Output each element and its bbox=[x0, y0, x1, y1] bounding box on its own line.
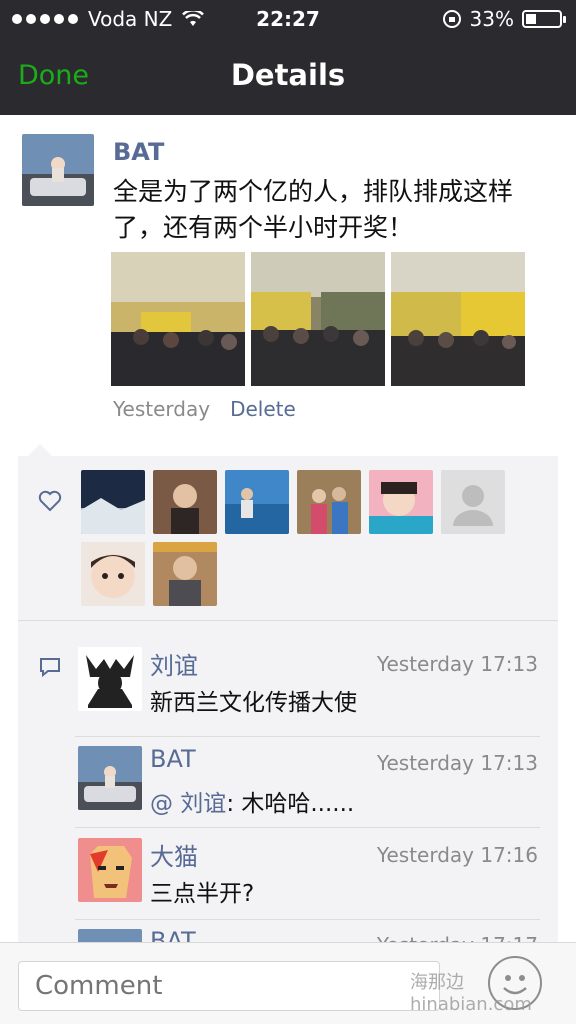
panel-pointer bbox=[28, 444, 52, 456]
comment-divider bbox=[75, 736, 540, 737]
post-photo-1[interactable] bbox=[111, 252, 245, 386]
like-avatar[interactable] bbox=[153, 542, 217, 606]
rotation-lock-icon bbox=[442, 10, 461, 28]
post-author-name[interactable]: BAT bbox=[113, 138, 164, 166]
like-avatar-placeholder[interactable] bbox=[441, 470, 505, 534]
post-photo-2[interactable] bbox=[251, 252, 385, 386]
post-meta: Yesterday Delete bbox=[113, 397, 296, 421]
delete-button[interactable]: Delete bbox=[230, 397, 296, 421]
comment-divider bbox=[75, 827, 540, 828]
post-text: 全是为了两个亿的人，排队排成这样了，还有两个半小时开奖！ bbox=[113, 177, 514, 242]
battery-icon bbox=[522, 10, 566, 28]
comment-input[interactable] bbox=[18, 961, 440, 1011]
comment-text: @ 刘谊: 木哈哈...... bbox=[150, 784, 354, 818]
battery-percent: 33% bbox=[469, 7, 514, 31]
comment-author[interactable]: 大猫 bbox=[150, 837, 198, 872]
comment-avatar[interactable] bbox=[78, 647, 142, 711]
page-title: Details bbox=[230, 58, 346, 92]
post-photos bbox=[111, 252, 525, 386]
like-avatar[interactable] bbox=[297, 470, 361, 534]
comment-text: 三点半开? bbox=[150, 881, 255, 907]
comment-time: Yesterday 17:13 bbox=[376, 652, 538, 676]
comment-text: 新西兰文化传播大使 bbox=[150, 690, 357, 716]
top-bar: Voda NZ 22:27 33% Done Details bbox=[0, 0, 576, 115]
comment-time: Yesterday 17:13 bbox=[376, 751, 538, 775]
like-avatar[interactable] bbox=[369, 470, 433, 534]
post-author-avatar[interactable] bbox=[22, 134, 94, 206]
comment-bubble-icon bbox=[40, 658, 60, 678]
status-bar: Voda NZ 22:27 33% bbox=[0, 0, 576, 38]
comment-avatar[interactable] bbox=[78, 838, 142, 902]
comment-author[interactable]: 刘谊 bbox=[150, 646, 198, 681]
heart-icon bbox=[38, 490, 62, 512]
like-avatar[interactable] bbox=[153, 470, 217, 534]
like-avatar[interactable] bbox=[225, 470, 289, 534]
comment-time: Yesterday 17:16 bbox=[376, 843, 538, 867]
nav-bar: Done Details bbox=[0, 40, 576, 115]
comment-mention[interactable]: @ 刘谊 bbox=[150, 791, 226, 817]
like-avatar[interactable] bbox=[81, 470, 145, 534]
comment-avatar[interactable] bbox=[78, 746, 142, 810]
like-avatar[interactable] bbox=[81, 542, 145, 606]
comment-reply-text: : 木哈哈...... bbox=[226, 791, 355, 817]
watermark: 海那边 hinabian.com bbox=[410, 972, 532, 1015]
comment-divider bbox=[75, 919, 540, 920]
panel-divider bbox=[18, 620, 558, 621]
comment-author[interactable]: BAT bbox=[150, 745, 196, 773]
post-photo-3[interactable] bbox=[391, 252, 525, 386]
post-time: Yesterday bbox=[113, 397, 211, 421]
